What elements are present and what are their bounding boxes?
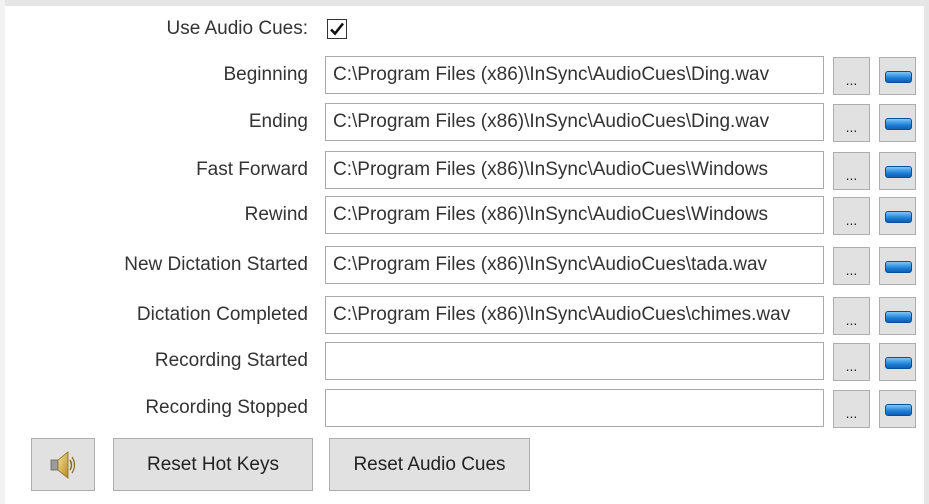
beginning-browse-button[interactable]: ... bbox=[833, 57, 870, 95]
recording-stopped-browse-button[interactable]: ... bbox=[833, 390, 870, 428]
rewind-path-input[interactable] bbox=[325, 196, 824, 234]
dictation-completed-play-button[interactable] bbox=[879, 297, 916, 335]
beginning-path-input[interactable] bbox=[325, 56, 824, 94]
play-icon bbox=[885, 166, 912, 178]
play-icon bbox=[885, 261, 912, 273]
use-audio-cues-checkbox[interactable] bbox=[327, 19, 347, 39]
check-icon bbox=[330, 22, 345, 36]
row-label-new-dictation-started: New Dictation Started bbox=[124, 254, 308, 275]
play-icon bbox=[885, 118, 912, 130]
ending-path-input[interactable] bbox=[325, 103, 824, 141]
row-label-fast-forward: Fast Forward bbox=[196, 159, 308, 180]
fast-forward-play-button[interactable] bbox=[879, 152, 916, 190]
ending-browse-button[interactable]: ... bbox=[833, 104, 870, 142]
new-dictation-started-browse-button[interactable]: ... bbox=[833, 247, 870, 285]
fast-forward-path-input[interactable] bbox=[325, 151, 824, 189]
row-label-ending: Ending bbox=[248, 111, 308, 132]
rewind-browse-button[interactable]: ... bbox=[833, 197, 870, 235]
recording-stopped-path-input[interactable] bbox=[325, 389, 824, 427]
use-audio-cues-label: Use Audio Cues: bbox=[166, 18, 308, 39]
recording-started-browse-button[interactable]: ... bbox=[833, 343, 870, 381]
row-label-dictation-completed: Dictation Completed bbox=[136, 304, 308, 325]
play-icon bbox=[885, 404, 912, 416]
rewind-play-button[interactable] bbox=[879, 197, 916, 235]
new-dictation-started-play-button[interactable] bbox=[879, 247, 916, 285]
play-icon bbox=[885, 357, 912, 369]
row-label-beginning: Beginning bbox=[223, 64, 308, 85]
reset-hot-keys-button[interactable]: Reset Hot Keys bbox=[113, 438, 313, 491]
recording-started-path-input[interactable] bbox=[325, 342, 824, 380]
row-label-recording-started: Recording Started bbox=[154, 350, 308, 371]
recording-stopped-play-button[interactable] bbox=[879, 390, 916, 428]
play-icon bbox=[885, 71, 912, 83]
test-sound-button[interactable] bbox=[31, 438, 95, 491]
dictation-completed-browse-button[interactable]: ... bbox=[833, 297, 870, 335]
reset-audio-cues-button[interactable]: Reset Audio Cues bbox=[329, 438, 530, 491]
window-top-border bbox=[0, 0, 929, 6]
recording-started-play-button[interactable] bbox=[879, 343, 916, 381]
ending-play-button[interactable] bbox=[879, 104, 916, 142]
window-right-border bbox=[924, 0, 929, 504]
play-icon bbox=[885, 311, 912, 323]
row-label-recording-stopped: Recording Stopped bbox=[145, 397, 308, 418]
new-dictation-started-path-input[interactable] bbox=[325, 246, 824, 284]
beginning-play-button[interactable] bbox=[879, 57, 916, 95]
dictation-completed-path-input[interactable] bbox=[325, 296, 824, 334]
row-label-rewind: Rewind bbox=[244, 204, 308, 225]
window-left-border bbox=[0, 0, 5, 504]
fast-forward-browse-button[interactable]: ... bbox=[833, 152, 870, 190]
speaker-icon bbox=[50, 450, 76, 479]
play-icon bbox=[885, 211, 912, 223]
